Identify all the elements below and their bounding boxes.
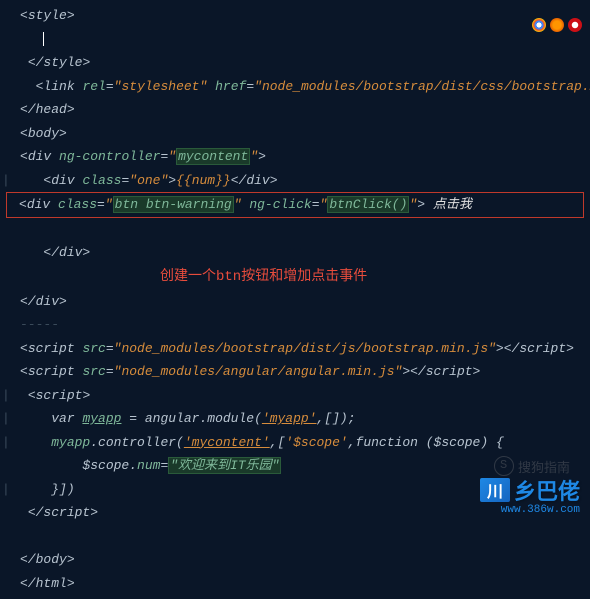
watermark-url: www.386w.com (501, 504, 580, 516)
code-line: <link rel="stylesheet" href="node_module… (0, 75, 590, 99)
sogou-icon (494, 456, 514, 476)
code-line: | <div class="one">{{num}}</div> (0, 169, 590, 193)
code-line: <div ng-controller="mycontent"> (0, 145, 590, 169)
browser-icons-bar (532, 18, 582, 32)
text-cursor (43, 32, 44, 46)
code-line: <style> (0, 4, 590, 28)
code-line: | myapp.controller('mycontent',['$scope'… (0, 431, 590, 455)
sogou-watermark: 搜狗指南 (494, 456, 570, 476)
firefox-icon (550, 18, 564, 32)
code-line-cursor (0, 28, 590, 52)
annotation-line: 创建一个btn按钮和增加点击事件 (0, 265, 590, 290)
code-line: </div> (0, 241, 590, 265)
code-line (0, 525, 590, 549)
code-line: <body> (0, 122, 590, 146)
watermark-logo: 川 (480, 478, 510, 502)
code-line: <script src="node_modules/bootstrap/dist… (0, 337, 590, 361)
code-line-separator: ----- (0, 313, 590, 337)
annotation-text: 创建一个btn按钮和增加点击事件 (160, 269, 367, 285)
sogou-text: 搜狗指南 (518, 457, 570, 476)
code-line: | <script> (0, 384, 590, 408)
code-line: </div> (0, 290, 590, 314)
highlighted-code-line: <div class="btn btn-warning" ng-click="b… (6, 192, 584, 218)
code-line: </html> (0, 572, 590, 596)
watermark-text: 乡巴佬 (514, 474, 580, 506)
code-line: | var myapp = angular.module('myapp',[])… (0, 407, 590, 431)
code-line (0, 218, 590, 242)
opera-icon (568, 18, 582, 32)
chrome-icon (532, 18, 546, 32)
code-line: </body> (0, 548, 590, 572)
site-watermark: 川 乡巴佬 www.386w.com (480, 474, 580, 516)
code-line: <script src="node_modules/angular/angula… (0, 360, 590, 384)
code-line: </head> (0, 98, 590, 122)
code-line: </style> (0, 51, 590, 75)
